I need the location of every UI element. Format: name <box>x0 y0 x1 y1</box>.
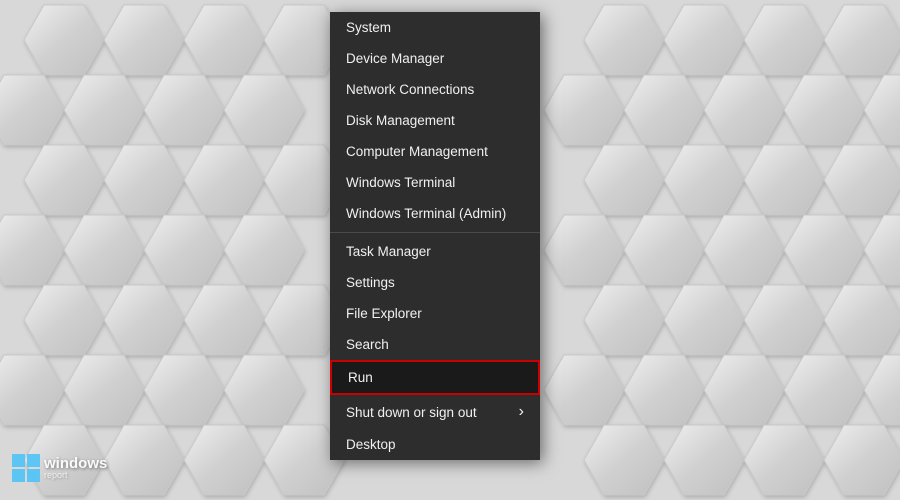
menu-item-disk-management[interactable]: Disk Management <box>330 105 540 136</box>
menu-item-device-manager[interactable]: Device Manager <box>330 43 540 74</box>
brand-name: windows <box>44 456 107 471</box>
menu-item-windows-terminal-admin[interactable]: Windows Terminal (Admin) <box>330 198 540 229</box>
windows-brand: windows report <box>12 454 107 482</box>
menu-item-computer-management[interactable]: Computer Management <box>330 136 540 167</box>
menu-item-task-manager[interactable]: Task Manager <box>330 236 540 267</box>
menu-divider-6 <box>330 232 540 233</box>
menu-item-run[interactable]: Run <box>330 360 540 395</box>
menu-item-settings[interactable]: Settings <box>330 267 540 298</box>
menu-item-network-connections[interactable]: Network Connections <box>330 74 540 105</box>
menu-item-windows-terminal[interactable]: Windows Terminal <box>330 167 540 198</box>
brand-subtext: report <box>44 471 107 480</box>
windows-brand-text: windows report <box>44 456 107 480</box>
windows-logo-icon <box>12 454 40 482</box>
context-menu: SystemDevice ManagerNetwork ConnectionsD… <box>330 12 540 460</box>
menu-item-shut-down[interactable]: Shut down or sign out <box>330 395 540 429</box>
menu-item-search[interactable]: Search <box>330 329 540 360</box>
menu-item-desktop[interactable]: Desktop <box>330 429 540 460</box>
menu-item-system[interactable]: System <box>330 12 540 43</box>
menu-item-file-explorer[interactable]: File Explorer <box>330 298 540 329</box>
